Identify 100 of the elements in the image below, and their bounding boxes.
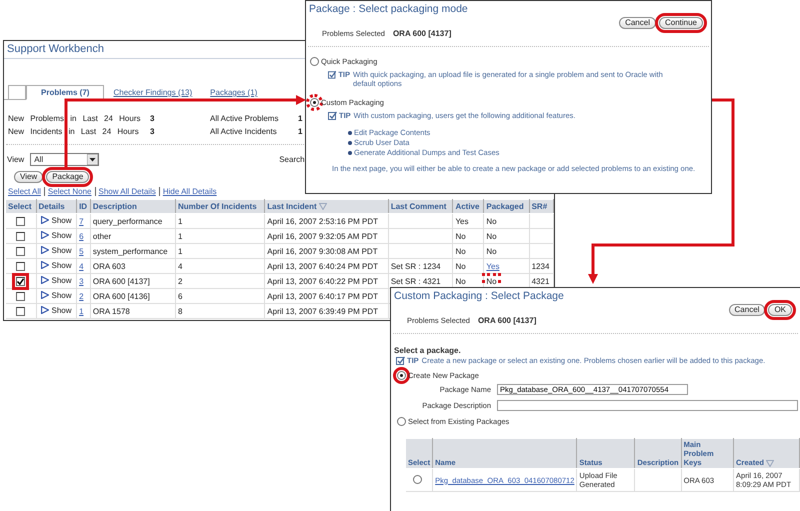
view-dropdown[interactable]: All [30,153,100,166]
radio-button[interactable] [397,417,406,426]
id-link[interactable]: 6 [79,232,84,240]
tip-icon [328,111,337,120]
id-link[interactable]: 2 [79,292,84,300]
table-cell: ORA 600 [4137] [90,274,176,288]
stat-label: All Active Problems [210,114,280,123]
table-cell: 6 [175,288,265,304]
radio-button[interactable] [413,474,422,484]
table-cell: No [455,232,466,240]
table-cell: 1 [175,244,265,258]
dialog-title: Custom Packaging : Select Package [393,289,565,304]
button[interactable]: Cancel [619,17,656,29]
text-field[interactable] [497,400,798,411]
field-value: ORA 600 [4137] [392,29,452,38]
table-cell: ORA 600 [4136] [90,288,176,304]
table-cell: April 16, 2007 9:32:05 AM PDT [264,228,388,244]
column-header: Packaged [484,200,530,214]
section-heading: Select a package. [394,346,462,355]
checkbox[interactable] [16,306,25,316]
checkbox[interactable] [16,246,25,256]
table-cell: April 13, 2007 6:40:24 PM PDT [264,258,388,274]
link[interactable]: Hide All Details [162,187,217,196]
column-header: Select [6,200,36,214]
table-cell: No [455,262,466,270]
link[interactable]: Show All Details [98,187,156,196]
column-header: ID [76,200,90,214]
packaged-link[interactable]: Yes [486,262,500,270]
checkbox[interactable] [16,232,25,241]
show-link[interactable]: Show [38,230,72,240]
radio-button[interactable] [310,57,319,66]
show-link[interactable]: Show [38,276,72,285]
search-label: Search [279,155,305,164]
stat-value: 3 [150,114,156,123]
column-header: Last Comment [388,200,453,214]
stat-label: New Incidents in Last 24 Hours [8,127,140,136]
table-cell: April 16, 2007 2:53:16 PM PDT [264,214,388,228]
show-link[interactable]: Show [38,260,72,270]
stat-value: 1 [298,114,302,123]
table-cell: 1234 [532,262,550,270]
table-cell: query_performance [90,214,176,228]
column-header: Active [452,200,484,214]
id-link[interactable]: 3 [79,276,84,286]
id-link[interactable]: 5 [79,246,84,256]
button[interactable]: Cancel [728,304,766,316]
link[interactable]: Select None [48,187,92,196]
checkbox[interactable] [16,292,25,301]
table-cell: April 13, 2007 6:39:49 PM PDT [264,304,388,318]
link[interactable]: Select All [8,187,41,196]
table-cell: 2 [175,274,265,288]
tab[interactable]: Problems (7) [26,85,104,100]
table-cell: April 13, 2007 6:40:22 PM PDT [264,274,388,288]
table-cell: April 16, 2007 9:30:08 AM PDT [264,244,388,258]
tab[interactable]: Packages (1) [201,86,266,99]
stat-value: 3 [150,127,156,136]
table-cell: Set SR : 4321 [390,276,441,286]
button[interactable]: View [14,171,44,183]
table-cell: Yes [455,216,468,226]
id-link[interactable]: 1 [79,306,84,316]
show-link[interactable]: Show [38,290,72,300]
table-cell: system_performance [90,244,176,258]
view-label: View [7,155,24,164]
table-cell: Set SR : 1234 [390,262,441,270]
table-cell: No [455,276,466,286]
show-link[interactable]: Show [38,216,72,225]
tab[interactable]: Checker Findings (13) [104,86,202,99]
column-header: Details [36,200,77,214]
table-cell: 1 [175,214,265,228]
bullet-icon [348,141,352,145]
dropdown-arrow-icon [87,154,98,165]
table-cell: ORA 603 [90,258,176,274]
bullet-icon [348,131,352,135]
table-cell: 4321 [532,276,550,286]
tip-icon [396,356,405,365]
stat-label: New Problems in Last 24 Hours [8,114,142,123]
id-link[interactable]: 4 [79,262,84,270]
checkmark-icon [17,278,24,285]
stat-value: 1 [298,127,302,136]
table-cell: 1 [175,228,265,244]
field-value: ORA 600 [4137] [478,316,536,325]
dialog-title: Package : Select packaging mode [308,2,469,17]
bullet-icon [348,151,352,155]
show-link[interactable]: Show [38,306,72,315]
column-header: Description [90,200,176,214]
table-cell: No [486,232,497,240]
table-cell: 8 [175,304,265,318]
checkbox[interactable] [16,216,25,226]
tip-icon [328,70,336,79]
id-link[interactable]: 7 [79,216,84,226]
show-link[interactable]: Show [38,246,72,255]
table-cell: 4 [175,258,265,274]
table-cell: April 13, 2007 6:40:17 PM PDT [264,288,388,304]
table-cell: No [455,246,466,256]
checkbox[interactable] [16,262,25,271]
column-header: SR# [529,200,554,214]
column-header: Number Of Incidents [175,200,265,214]
column-header: Last Incident [264,200,388,214]
stat-label: All Active Incidents [210,127,278,136]
table-cell: ORA 1578 [90,304,176,318]
table-cell: No [486,216,497,226]
